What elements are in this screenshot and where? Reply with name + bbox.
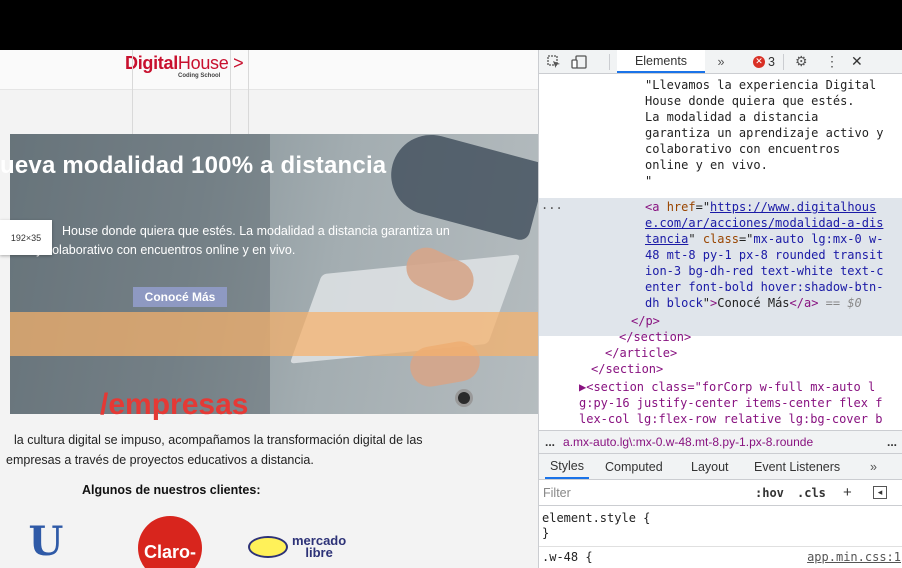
dom-node-collapsed[interactable]: g:py-16 justify-center items-center flex…: [579, 396, 882, 412]
css-rule-selector[interactable]: .w-48 {: [542, 550, 593, 565]
empresas-text-line: empresas a través de proyectos educativo…: [6, 453, 314, 467]
href-link[interactable]: https://www.digitalhous: [710, 200, 876, 214]
dom-attr-value: dh block: [645, 296, 703, 310]
conoce-mas-button[interactable]: Conocé Más: [133, 287, 227, 307]
dom-attr-value: ion-3 bg-dh-red text-white text-c: [645, 264, 884, 278]
breadcrumb-scroll-right[interactable]: ...: [881, 435, 902, 449]
error-counter[interactable]: ✕ 3: [753, 50, 775, 73]
layout-guide-line: [230, 50, 231, 134]
inspect-icon[interactable]: [547, 50, 561, 73]
dom-tag[interactable]: </section>: [619, 330, 691, 346]
dom-attr-value: enter font-bold hover:shadow-btn-: [645, 280, 884, 294]
digitalhouse-logo[interactable]: DigitalHouse > Coding School: [125, 53, 244, 79]
empresas-description: la cultura digital se impuso, acompañamo…: [0, 430, 530, 470]
element-size-tooltip: 192×35: [0, 220, 52, 255]
empresas-title: /empresas: [100, 388, 249, 421]
rule-divider: [539, 546, 902, 547]
device-toggle-icon[interactable]: [571, 50, 587, 73]
website-viewport: DigitalHouse > Coding School ueva modali…: [0, 50, 538, 568]
error-count: 3: [768, 54, 775, 69]
dom-console-ref: == $0: [825, 296, 862, 310]
tab-elements[interactable]: Elements: [617, 50, 705, 73]
kebab-icon[interactable]: ⋮: [825, 50, 839, 73]
gear-icon[interactable]: ⚙: [795, 50, 808, 73]
layout-guide-line: [132, 50, 133, 134]
hero-photo-watch: [455, 389, 473, 407]
clients-title: Algunos de nuestros clientes:: [82, 483, 261, 497]
close-devtools-button[interactable]: ✕: [851, 50, 863, 73]
toolbar-divider: [783, 54, 784, 70]
styles-filter-bar: Filter :hov .cls + ◂: [539, 480, 902, 506]
styles-filter-input[interactable]: Filter: [543, 480, 571, 505]
breadcrumb-scroll-left[interactable]: ...: [539, 435, 563, 449]
devtools-panel: Elements » ✕ 3 ⚙ ⋮ ✕ "Llevamos la experi…: [538, 50, 902, 568]
hover-state-toggle[interactable]: :hov: [755, 480, 784, 505]
dom-node-collapsed[interactable]: lex-col lg:flex-row relative lg:bg-cover…: [579, 412, 882, 428]
more-tabs-button[interactable]: »: [707, 50, 735, 73]
dom-text-line[interactable]: garantiza un aprendizaje activo y: [645, 126, 883, 142]
dom-tree: "Llevamos la experiencia Digital House d…: [539, 74, 902, 430]
dom-tag[interactable]: </section>: [591, 362, 663, 378]
node-actions-ellipsis[interactable]: ...: [541, 198, 563, 214]
devtools-element-highlight: [10, 312, 538, 356]
site-header: DigitalHouse > Coding School: [0, 50, 538, 90]
dom-tag[interactable]: </article>: [605, 346, 677, 362]
toolbar-divider: [609, 54, 610, 70]
devtools-toolbar: Elements » ✕ 3 ⚙ ⋮ ✕: [539, 50, 902, 74]
href-link[interactable]: e.com/ar/acciones/modalidad-a-dis: [645, 216, 883, 230]
logo-arrow: >: [233, 53, 244, 73]
hero-text-line: House donde quiera que estés. La modalid…: [62, 224, 450, 238]
new-style-rule-button[interactable]: +: [843, 480, 852, 505]
dom-text-line[interactable]: colaborativo con encuentros: [645, 142, 840, 158]
claro-logo: Claro-: [138, 516, 202, 568]
dom-tag: </a>: [789, 296, 819, 310]
tab-layout[interactable]: Layout: [691, 454, 729, 479]
breadcrumb-item[interactable]: a.mx-auto.lg\:mx-0.w-48.mt-8.py-1.px-8.r…: [563, 435, 881, 449]
dom-attr-value: mx-auto lg:mx-0 w-: [753, 232, 884, 246]
dom-attr-name: href: [666, 200, 696, 214]
element-style-close: }: [542, 526, 550, 540]
logo-brand-light: House: [177, 53, 229, 73]
toggle-sidebar-icon[interactable]: ◂: [873, 480, 887, 505]
css-source-link[interactable]: app.min.css:1: [807, 550, 901, 565]
error-icon: ✕: [753, 55, 765, 68]
dom-text-line[interactable]: online y en vivo.: [645, 158, 768, 174]
mercadolibre-logo: mercado libre: [248, 534, 346, 560]
hero-description: House donde quiera que estés. La modalid…: [0, 222, 500, 260]
mercadolibre-text: libre: [305, 545, 333, 560]
class-toggle[interactable]: .cls: [797, 480, 826, 505]
unilever-logo: U: [28, 518, 64, 565]
dom-node-collapsed[interactable]: ▶<section class="forCorp w-full mx-auto …: [579, 380, 875, 396]
dom-text-line[interactable]: ": [645, 174, 652, 190]
layout-guide-line: [248, 50, 249, 134]
more-subtabs-button[interactable]: »: [870, 454, 877, 479]
tab-styles[interactable]: Styles: [545, 454, 589, 479]
dom-text-line[interactable]: House donde quiera que estés.: [645, 94, 855, 110]
tab-event-listeners[interactable]: Event Listeners: [754, 454, 840, 479]
handshake-icon: [248, 536, 288, 558]
dom-tag: <a: [645, 200, 660, 214]
dom-attr-value: 48 mt-8 py-1 px-8 rounded transit: [645, 248, 884, 262]
dom-text-line[interactable]: "Llevamos la experiencia Digital: [645, 78, 876, 94]
tab-computed[interactable]: Computed: [605, 454, 663, 479]
dom-node-selected[interactable]: <a href="https://www.digitalhous: [645, 200, 876, 216]
styles-pane: element.style { } .w-48 { app.min.css:1: [539, 506, 902, 568]
breadcrumb: ... a.mx-auto.lg\:mx-0.w-48.mt-8.py-1.px…: [539, 430, 902, 454]
hero-text-line: activo y colaborativo con encuentros onl…: [0, 243, 296, 257]
dom-attr-name: class: [702, 232, 739, 246]
dom-text-line[interactable]: La modalidad a distancia: [645, 110, 818, 126]
href-link[interactable]: tancia: [645, 232, 688, 246]
element-style-rule[interactable]: element.style {: [542, 511, 650, 526]
styles-subtabs: Styles Computed Layout Event Listeners »: [539, 454, 902, 480]
dom-link-text: Conocé Más: [717, 296, 790, 310]
dom-tag[interactable]: </p>: [631, 314, 660, 330]
hero-title: ueva modalidad 100% a distancia: [0, 152, 387, 179]
empresas-text-line: la cultura digital se impuso, acompañamo…: [14, 433, 423, 447]
